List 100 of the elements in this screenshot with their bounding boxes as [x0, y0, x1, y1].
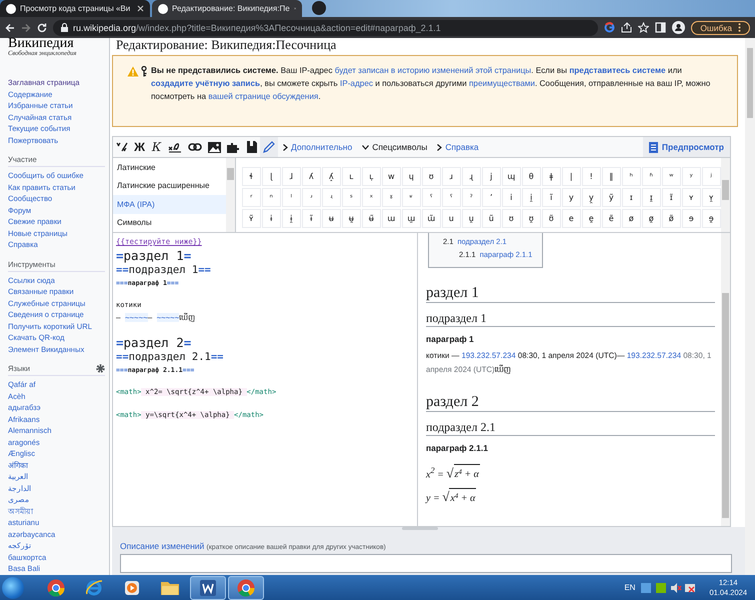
language-indicator[interactable]: EN [624, 583, 636, 592]
char-key[interactable]: ɯ̯ [402, 209, 420, 228]
char-key[interactable]: i̯ [522, 188, 540, 207]
back-icon[interactable] [5, 22, 15, 32]
char-key[interactable]: ʊ [502, 209, 520, 228]
summary-input[interactable] [120, 554, 732, 573]
notice-link[interactable]: преимуществами [468, 79, 535, 88]
char-key[interactable]: ɪ [622, 188, 640, 207]
preview-button[interactable]: Предпросмотр [642, 137, 730, 157]
error-button[interactable]: Ошибка [691, 20, 750, 34]
tray-icons-drawing[interactable] [641, 582, 698, 594]
char-key[interactable]: e [562, 209, 580, 228]
notice-link[interactable]: создадите учётную запись [151, 79, 260, 88]
char-key[interactable]: ʊ [422, 167, 440, 186]
char-key[interactable]: ʼ [482, 188, 500, 207]
scrollbar[interactable] [721, 233, 730, 526]
notice-link[interactable]: IP-адрес [340, 79, 373, 88]
char-category[interactable]: Латинские расширенные [113, 176, 226, 195]
browser-tab[interactable]: Редактирование: Википедия:Пе [152, 0, 302, 17]
char-category[interactable]: Латинские [113, 158, 226, 176]
char-key[interactable]: ˤ [422, 188, 440, 207]
taskbar-app[interactable] [190, 576, 226, 600]
browser-tab[interactable]: Просмотр кода страницы «Ви [0, 0, 150, 17]
notice-link[interactable]: будет записан в историю изменений этой страницы [334, 66, 532, 75]
char-key[interactable]: ɨ̯ [282, 209, 300, 228]
toolbar-menu[interactable]: Дополнительно [278, 142, 358, 152]
char-key[interactable]: ⁿ [262, 188, 280, 207]
char-key[interactable]: ! [582, 167, 600, 186]
page-scrollbar[interactable] [745, 38, 755, 575]
char-key[interactable]: ẽ [602, 209, 620, 228]
char-key[interactable]: ʟ̣ [362, 167, 380, 186]
char-key[interactable]: ỹ [602, 188, 620, 207]
char-key[interactable]: ɭ [262, 167, 280, 186]
char-key[interactable]: ʉ̯ [342, 209, 360, 228]
toolbar-menu[interactable]: Справка [432, 142, 484, 152]
char-key[interactable]: ʏ̯ [702, 188, 720, 207]
taskbar-app[interactable] [228, 576, 264, 600]
char-key[interactable]: ɪ̯ [642, 188, 660, 207]
char-key[interactable]: ɪ̃ [662, 188, 680, 207]
char-key[interactable]: ʰ [622, 167, 640, 186]
char-key[interactable]: ʴ [302, 188, 320, 207]
resize-handle[interactable] [402, 527, 438, 530]
char-key[interactable]: ʟ [342, 167, 360, 186]
settings-icon[interactable] [96, 364, 105, 373]
char-key[interactable]: ɹ [442, 167, 460, 186]
char-key[interactable]: ʎ [302, 167, 320, 186]
char-key[interactable]: ɘ̯ [702, 209, 720, 228]
char-key[interactable]: w [382, 167, 400, 186]
char-key[interactable]: i [502, 188, 520, 207]
char-key[interactable]: θ [522, 167, 540, 186]
address-bar[interactable]: ru.wikipedia.org/w/index.php?title=Википедия%3AПесочница&action=edit#параграф_2.1.1 [53, 20, 598, 36]
char-category[interactable]: МФА (IPA) [113, 195, 226, 214]
char-key[interactable]: ɘ [682, 209, 700, 228]
char-key[interactable]: ɯ [382, 209, 400, 228]
notice-link[interactable]: представитесь системе [569, 66, 666, 75]
char-key[interactable]: ɥ [402, 167, 420, 186]
char-key[interactable]: ʏ̃ [242, 209, 260, 228]
star-icon[interactable] [638, 22, 650, 33]
char-key[interactable]: ũ [482, 209, 500, 228]
side-panel-icon[interactable] [655, 22, 666, 33]
google-icon[interactable] [604, 22, 616, 33]
char-key[interactable]: ʵ [322, 188, 340, 207]
char-key[interactable]: u [442, 209, 460, 228]
char-key[interactable]: y [562, 188, 580, 207]
char-key[interactable]: ˠ [382, 188, 400, 207]
char-key[interactable]: ʏ [682, 188, 700, 207]
char-key[interactable]: ‖ [602, 167, 620, 186]
profile-icon[interactable] [672, 21, 686, 34]
char-key[interactable]: ʊ̃ [542, 209, 560, 228]
char-key[interactable]: ɬ [242, 167, 260, 186]
char-key[interactable]: ʉ [322, 209, 340, 228]
char-key[interactable]: ˣ [362, 188, 380, 207]
char-key[interactable]: ɰ [502, 167, 520, 186]
char-key[interactable]: ĩ [542, 188, 560, 207]
char-key[interactable]: ɨ [262, 209, 280, 228]
char-key[interactable]: ɻ [462, 167, 480, 186]
forward-icon[interactable] [21, 22, 31, 32]
char-key[interactable]: ʊ̯ [522, 209, 540, 228]
char-key[interactable]: u̯ [462, 209, 480, 228]
char-key[interactable]: ˁ [442, 188, 460, 207]
italic-button[interactable]: К [148, 137, 165, 157]
char-key[interactable]: ʲ [702, 167, 720, 186]
char-key[interactable]: ø̃ [662, 209, 680, 228]
char-key[interactable]: ʷ [662, 167, 680, 186]
char-key[interactable]: ɨ̃ [302, 209, 320, 228]
char-key[interactable]: | [562, 167, 580, 186]
toolbar-menu[interactable]: Спецсимволы [357, 142, 432, 152]
char-key[interactable]: ø [622, 209, 640, 228]
close-icon[interactable] [137, 5, 144, 12]
char-key[interactable]: ˢ [342, 188, 360, 207]
char-key[interactable]: ʉ̃ [362, 209, 380, 228]
scrollbar[interactable] [226, 158, 235, 232]
scrollbar[interactable] [721, 158, 730, 232]
wiki-logo-text[interactable]: Википедия [8, 38, 105, 50]
char-key[interactable]: j [482, 167, 500, 186]
char-key[interactable]: ʎ̝ [322, 167, 340, 186]
char-key[interactable]: ˡ [282, 188, 300, 207]
char-key[interactable]: ˀ [462, 188, 480, 207]
notice-link[interactable]: вашей странице обсуждения [208, 92, 318, 101]
char-key[interactable]: ʶ [402, 188, 420, 207]
